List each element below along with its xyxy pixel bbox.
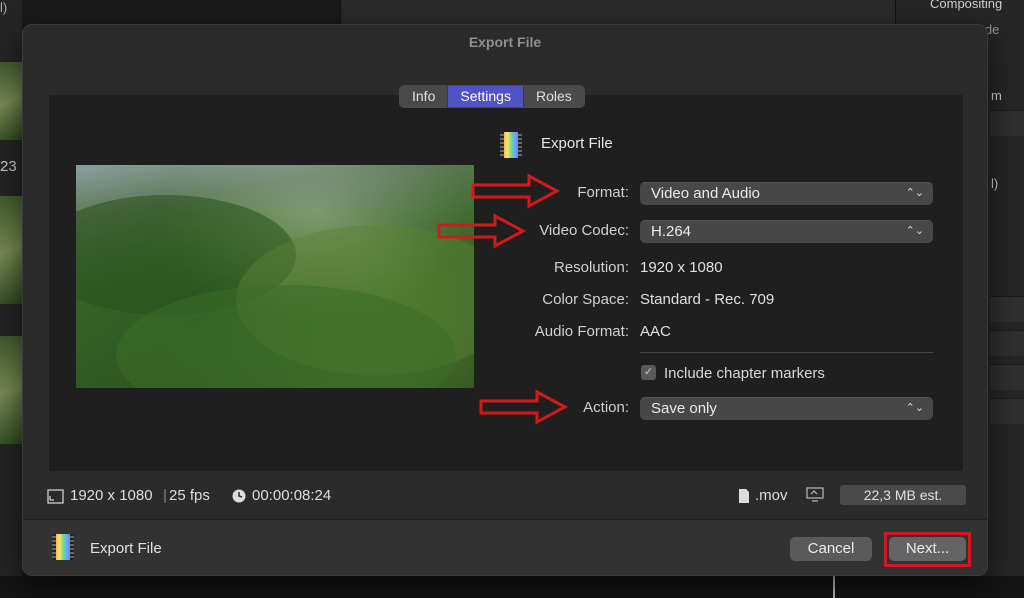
clip-thumbnail[interactable] — [0, 196, 22, 304]
inspector-row[interactable] — [990, 330, 1024, 356]
video-codec-value: H.264 — [651, 223, 692, 240]
clock-icon — [232, 489, 246, 503]
tab-info[interactable]: Info — [400, 86, 449, 107]
annotation-highlight-box — [884, 532, 971, 567]
chevron-updown-icon: ⌃⌄ — [905, 187, 924, 199]
timeline-strip[interactable] — [0, 576, 1024, 598]
export-file-icon — [500, 132, 522, 158]
export-file-icon — [52, 534, 74, 560]
format-value: Video and Audio — [651, 185, 760, 202]
dialog-title: Export File — [468, 34, 542, 50]
color-space-value: Standard - Rec. 709 — [640, 291, 775, 308]
sidebar-text: l) — [0, 0, 8, 15]
info-resolution: 1920 x 1080 — [70, 487, 153, 504]
color-space-label: Color Space: — [542, 291, 629, 308]
info-duration: 00:00:08:24 — [252, 487, 332, 504]
sidebar-count: 23 — [0, 158, 17, 175]
tab-roles[interactable]: Roles — [523, 86, 584, 107]
chevron-updown-icon: ⌃⌄ — [905, 402, 924, 414]
divider — [640, 352, 933, 353]
video-codec-select[interactable]: H.264 ⌃⌄ — [640, 220, 933, 243]
chevron-updown-icon: ⌃⌄ — [905, 225, 924, 237]
display-icon — [806, 487, 824, 502]
inspector-row[interactable] — [990, 110, 1024, 136]
export-dialog: Export File Info Settings Roles Export F… — [22, 24, 988, 576]
audio-format-value: AAC — [640, 323, 671, 340]
info-file-ext: .mov — [755, 487, 788, 504]
action-value: Save only — [651, 400, 717, 417]
video-preview — [76, 165, 474, 388]
format-select[interactable]: Video and Audio ⌃⌄ — [640, 182, 933, 205]
viewer-topbar — [340, 0, 895, 24]
annotation-arrow — [471, 173, 561, 209]
chapter-markers-label: Include chapter markers — [664, 365, 825, 382]
resolution-icon — [47, 489, 64, 504]
resolution-label: Resolution: — [553, 259, 629, 276]
clip-thumbnail[interactable] — [0, 336, 22, 444]
document-icon — [739, 489, 749, 503]
info-separator: | — [163, 487, 167, 504]
annotation-arrow — [437, 213, 527, 249]
action-select[interactable]: Save only ⌃⌄ — [640, 397, 933, 420]
dialog-footer: Export File Cancel Next... — [23, 519, 987, 575]
inspector-section-compositing[interactable]: Compositing — [930, 0, 1002, 11]
size-estimate-badge: 22,3 MB est. — [840, 485, 966, 505]
clip-thumbnail[interactable] — [0, 62, 22, 140]
inspector-row[interactable] — [990, 296, 1024, 322]
audio-format-label: Audio Format: — [534, 323, 629, 340]
export-heading: Export File — [541, 135, 613, 152]
tab-bar: Info Settings Roles — [399, 85, 585, 108]
cancel-button[interactable]: Cancel — [790, 537, 872, 561]
info-fps: 25 fps — [169, 487, 210, 504]
annotation-arrow — [479, 389, 569, 425]
chapter-markers-checkbox[interactable]: ✓ — [641, 365, 656, 380]
inspector-label: m — [991, 88, 1002, 103]
inspector-label: l) — [991, 176, 999, 191]
inspector-row[interactable] — [990, 398, 1024, 424]
footer-title: Export File — [90, 540, 162, 557]
playhead[interactable] — [833, 576, 835, 598]
inspector-row[interactable] — [990, 364, 1024, 390]
tab-settings[interactable]: Settings — [448, 86, 524, 107]
resolution-value: 1920 x 1080 — [640, 259, 723, 276]
